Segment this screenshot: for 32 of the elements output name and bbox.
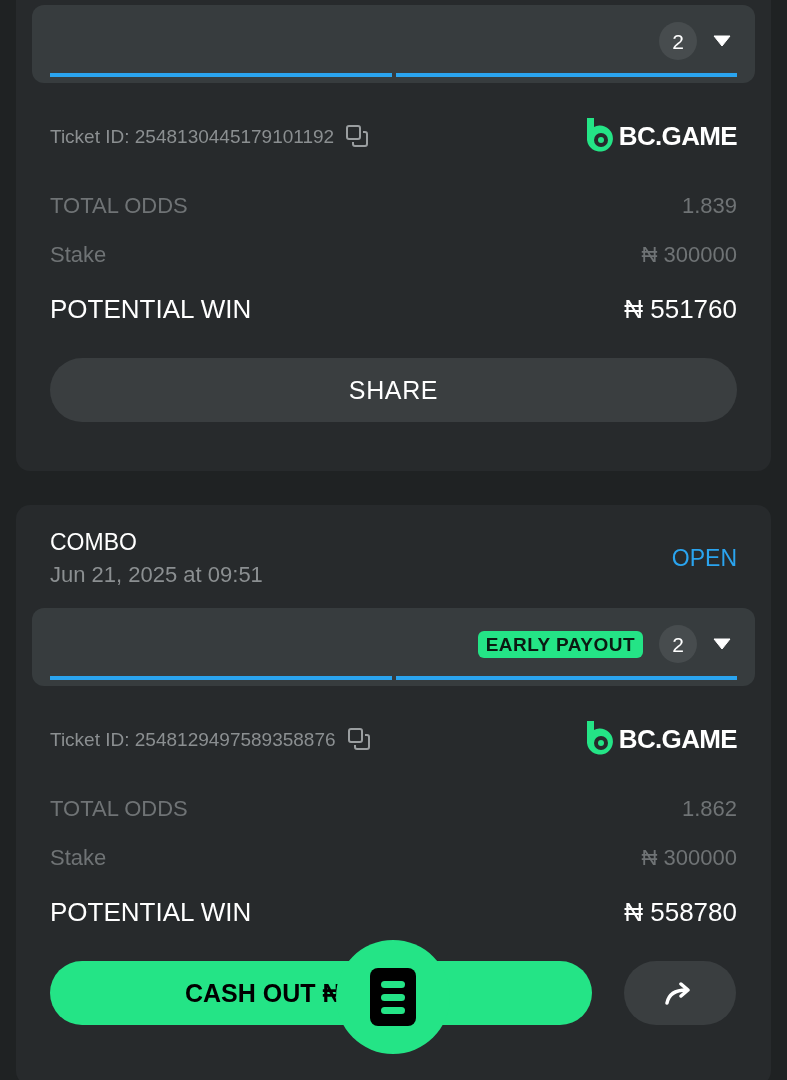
brand-name: BC.GAME bbox=[618, 726, 737, 752]
caret-icon bbox=[713, 35, 731, 47]
early-payout-badge: EARLY PAYOUT bbox=[477, 630, 643, 658]
brand-name: BC.GAME bbox=[618, 123, 737, 149]
legs-count-badge: 2 bbox=[659, 625, 697, 663]
ticket-id: Ticket ID: 2548130445179101192 bbox=[50, 126, 335, 146]
stake-label: Stake bbox=[50, 244, 107, 266]
brand-logo-icon bbox=[584, 118, 615, 154]
stake-label: Stake bbox=[50, 847, 107, 869]
brand-logo-icon bbox=[584, 721, 615, 757]
total-odds-value: 1.862 bbox=[681, 798, 737, 820]
bet-type: COMBO bbox=[50, 530, 138, 554]
potential-win-value: ₦ 551760 bbox=[624, 296, 737, 322]
potential-win-value: ₦ 558780 bbox=[624, 899, 737, 925]
ticket-id: Ticket ID: 2548129497589358876 bbox=[50, 729, 336, 749]
bet-status: OPEN bbox=[671, 546, 737, 570]
copy-icon[interactable] bbox=[347, 728, 370, 750]
potential-win-label: POTENTIAL WIN bbox=[50, 296, 252, 322]
legs-bar[interactable]: EARLY PAYOUT 2 bbox=[32, 608, 755, 686]
total-odds-label: TOTAL ODDS bbox=[50, 195, 188, 217]
potential-win-label: POTENTIAL WIN bbox=[50, 899, 252, 925]
total-odds-value: 1.839 bbox=[681, 195, 737, 217]
legs-bar[interactable]: 2 bbox=[32, 5, 755, 83]
stake-value: ₦ 300000 bbox=[641, 244, 737, 266]
legs-count-badge: 2 bbox=[659, 22, 697, 60]
copy-icon[interactable] bbox=[346, 125, 369, 147]
menu-icon bbox=[370, 968, 416, 1026]
bet-date: Jun 21, 2025 at 09:51 bbox=[50, 563, 263, 586]
stake-value: ₦ 300000 bbox=[641, 847, 737, 869]
caret-icon bbox=[713, 638, 731, 650]
share-button[interactable]: SHARE bbox=[50, 358, 737, 422]
total-odds-label: TOTAL ODDS bbox=[50, 798, 188, 820]
